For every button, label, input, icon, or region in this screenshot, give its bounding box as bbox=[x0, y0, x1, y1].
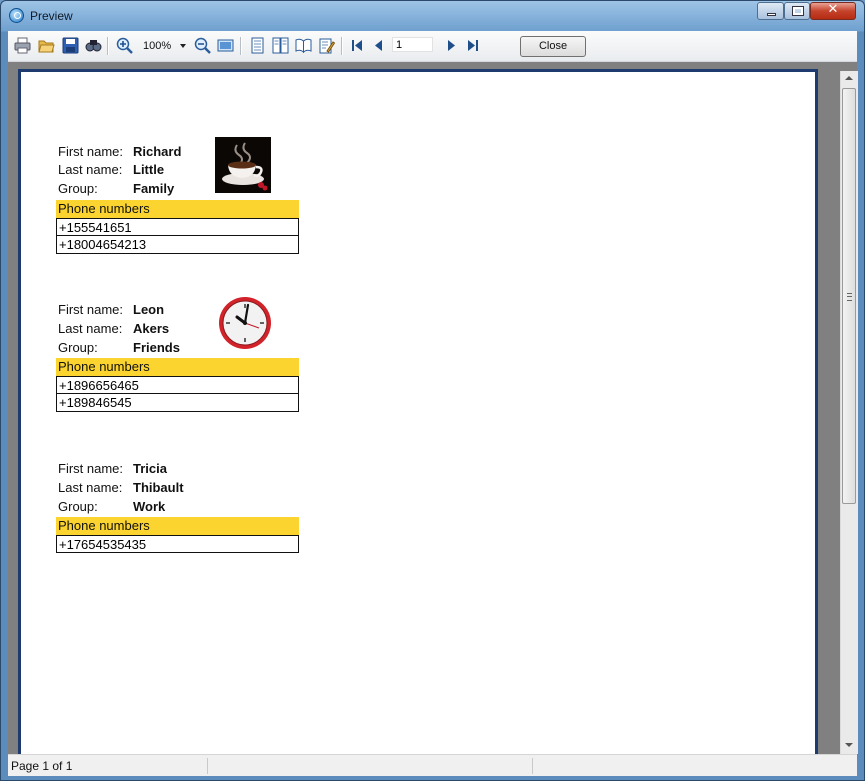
vertical-scrollbar[interactable] bbox=[840, 71, 858, 754]
chevron-down-icon bbox=[180, 44, 186, 48]
window-title: Preview bbox=[30, 9, 73, 23]
last-name-label: Last name: bbox=[58, 162, 123, 177]
page-status: Page 1 of 1 bbox=[11, 759, 73, 773]
toolbar: 100% 1 Close bbox=[8, 31, 857, 62]
first-name-value: Tricia bbox=[133, 461, 167, 476]
maximize-button[interactable] bbox=[784, 2, 810, 20]
first-name-label: First name: bbox=[58, 461, 124, 476]
close-window-button[interactable]: ✕ bbox=[810, 2, 856, 20]
book-icon[interactable] bbox=[295, 37, 312, 54]
phone-row: +189846545 bbox=[56, 394, 299, 412]
zoom-in-icon[interactable] bbox=[116, 37, 133, 54]
group-value: Family bbox=[133, 181, 175, 196]
group-label: Group: bbox=[58, 499, 98, 514]
page-number-input[interactable]: 1 bbox=[392, 37, 433, 52]
report-page: First name: Richard Last name: Little Grou… bbox=[18, 69, 818, 759]
phone-table: Phone numbers +1896656465 +189846545 bbox=[56, 358, 299, 412]
group-value: Friends bbox=[133, 340, 180, 355]
phone-table: Phone numbers +17654535435 bbox=[56, 517, 299, 553]
save-icon[interactable] bbox=[62, 37, 79, 54]
first-name-label: First name: bbox=[58, 302, 124, 317]
scroll-down-icon[interactable] bbox=[845, 743, 853, 747]
two-page-icon[interactable] bbox=[272, 37, 289, 54]
first-name-label: First name: bbox=[58, 144, 124, 159]
status-divider bbox=[532, 758, 533, 774]
scroll-thumb[interactable] bbox=[842, 88, 856, 504]
next-page-icon[interactable] bbox=[442, 37, 459, 54]
group-label: Group: bbox=[58, 181, 98, 196]
app-icon bbox=[9, 8, 24, 23]
toolbar-separator bbox=[107, 37, 109, 55]
edit-icon[interactable] bbox=[318, 37, 335, 54]
zoom-value: 100% bbox=[143, 40, 172, 52]
find-icon[interactable] bbox=[85, 37, 102, 54]
zoom-select[interactable]: 100% bbox=[139, 38, 187, 54]
close-icon: ✕ bbox=[827, 2, 839, 17]
single-page-icon[interactable] bbox=[249, 37, 266, 54]
preview-window: Preview ✕ 100% 1 Close First name: Richa… bbox=[0, 0, 865, 781]
phone-row: +17654535435 bbox=[56, 535, 299, 553]
prev-page-icon[interactable] bbox=[371, 37, 388, 54]
last-name-value: Little bbox=[133, 162, 165, 177]
minimize-button[interactable] bbox=[757, 2, 784, 20]
phone-table-header: Phone numbers bbox=[56, 517, 299, 535]
clock-icon bbox=[219, 297, 271, 349]
print-icon[interactable] bbox=[14, 37, 31, 54]
coffee-cup-icon bbox=[215, 137, 271, 193]
phone-table: Phone numbers +155541651 +18004654213 bbox=[56, 200, 299, 254]
phone-table-header: Phone numbers bbox=[56, 358, 299, 376]
phone-row: +155541651 bbox=[56, 218, 299, 236]
first-page-icon[interactable] bbox=[349, 37, 366, 54]
scroll-up-icon[interactable] bbox=[845, 76, 853, 80]
last-name-label: Last name: bbox=[58, 321, 123, 336]
phone-table-header: Phone numbers bbox=[56, 200, 299, 218]
last-name-value: Thibault bbox=[133, 480, 184, 495]
first-name-value: Leon bbox=[133, 302, 165, 317]
phone-row: +1896656465 bbox=[56, 376, 299, 394]
toolbar-separator bbox=[240, 37, 242, 55]
last-name-value: Akers bbox=[133, 321, 170, 336]
grip-icon bbox=[847, 293, 852, 301]
last-page-icon[interactable] bbox=[464, 37, 481, 54]
title-bar[interactable]: Preview ✕ bbox=[1, 1, 864, 31]
last-name-label: Last name: bbox=[58, 480, 123, 495]
status-divider bbox=[207, 758, 208, 774]
group-value: Work bbox=[133, 499, 166, 514]
first-name-value: Richard bbox=[133, 144, 182, 159]
preview-area[interactable]: First name: Richard Last name: Little Grou… bbox=[8, 62, 858, 759]
open-folder-icon[interactable] bbox=[38, 37, 55, 54]
zoom-out-icon[interactable] bbox=[194, 37, 211, 54]
group-label: Group: bbox=[58, 340, 98, 355]
fit-page-icon[interactable] bbox=[217, 37, 234, 54]
status-bar: Page 1 of 1 bbox=[8, 754, 857, 776]
phone-row: +18004654213 bbox=[56, 236, 299, 254]
close-button[interactable]: Close bbox=[520, 36, 586, 57]
client-area: 100% 1 Close First name: Richard Last na… bbox=[8, 31, 858, 776]
toolbar-separator bbox=[341, 37, 343, 55]
